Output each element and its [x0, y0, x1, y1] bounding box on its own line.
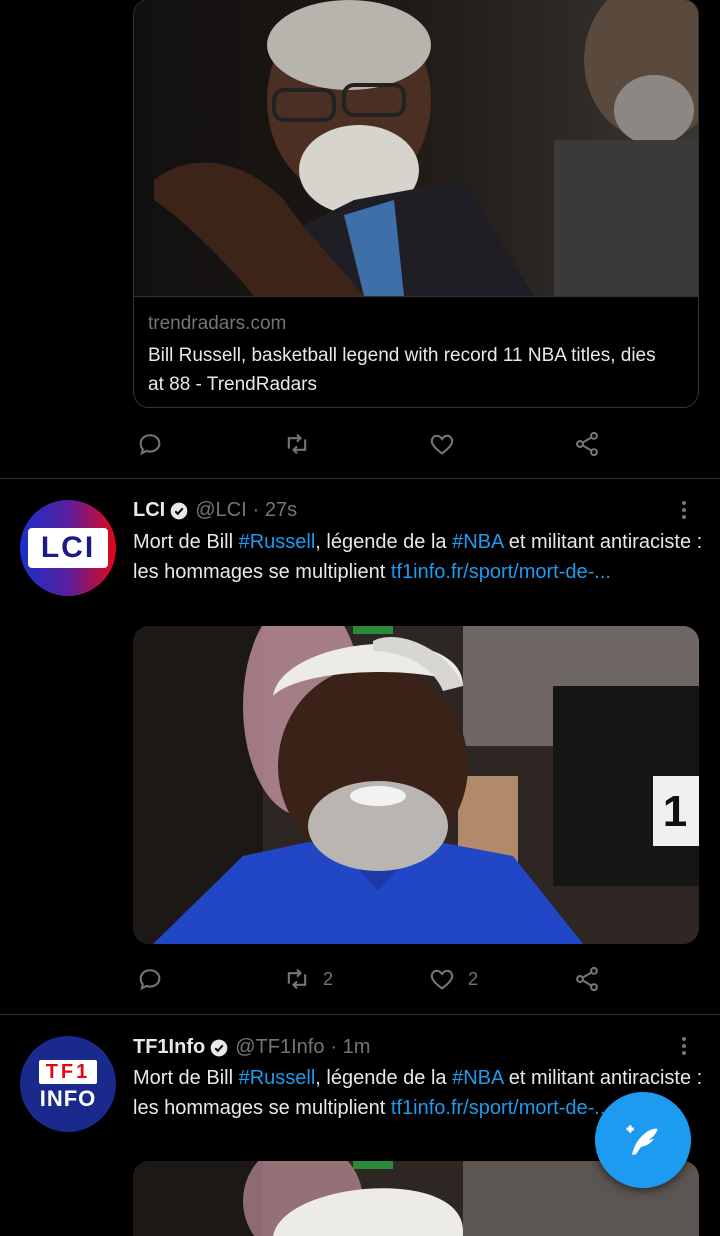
author-name[interactable]: TF1Info [133, 1036, 205, 1059]
article-link[interactable]: tf1info.fr/sport/mort-de-... [391, 1097, 611, 1119]
hashtag-link[interactable]: #Russell [239, 531, 316, 553]
retweet-count: 2 [323, 968, 334, 989]
tf1-logo-text: TF1 [39, 1060, 97, 1084]
share-icon [576, 431, 598, 457]
more-icon[interactable] [672, 498, 696, 522]
link-card-domain: trendradars.com [148, 313, 287, 334]
text-segment: Mort de Bill [133, 531, 239, 553]
share-icon [576, 966, 598, 992]
text-segment: , légende de la [315, 1067, 453, 1089]
lci-avatar[interactable]: LCI [20, 500, 116, 596]
like-icon [430, 969, 454, 990]
reply-button[interactable] [136, 965, 164, 993]
verified-icon [170, 502, 188, 519]
reply-icon [139, 969, 161, 991]
tf1info-avatar[interactable]: TF1 INFO [20, 1036, 116, 1132]
like-button[interactable] [428, 430, 456, 458]
retweet-button[interactable]: 2 [283, 965, 333, 993]
author-handle[interactable]: @TF1Info [235, 1036, 324, 1059]
tweet-time: · 27s [252, 499, 298, 521]
tweet-header: LCI @LCI · 27s [133, 499, 297, 522]
tweet-header: TF1Info @TF1Info · 1m [133, 1036, 370, 1059]
lci-logo-text: LCI [28, 528, 108, 568]
link-card-title: Bill Russell, basketball legend with rec… [148, 345, 656, 395]
like-icon [430, 434, 454, 455]
tweet-divider [0, 478, 720, 479]
compose-tweet-button[interactable] [595, 1092, 691, 1188]
hashtag-link[interactable]: #NBA [452, 531, 503, 553]
hashtag-link[interactable]: #NBA [452, 1067, 503, 1089]
like-count: 2 [468, 968, 479, 989]
more-icon[interactable] [672, 1034, 696, 1058]
retweet-icon [287, 968, 307, 990]
retweet-icon [287, 433, 307, 455]
hashtag-link[interactable]: #Russell [239, 1067, 316, 1089]
tweet-text: Mort de Bill #Russell, légende de la #NB… [133, 527, 703, 587]
tweet-media[interactable]: 1 [133, 626, 699, 944]
link-card[interactable]: trendradars.com Bill Russell, basketball… [133, 0, 699, 408]
text-segment: , légende de la [315, 531, 453, 553]
author-handle[interactable]: @LCI [195, 499, 246, 522]
verified-icon [210, 1039, 228, 1056]
info-logo-text: INFO [39, 1086, 97, 1111]
compose-icon [626, 1125, 658, 1155]
share-button[interactable] [573, 965, 601, 993]
retweet-button[interactable] [283, 430, 311, 458]
reply-button[interactable] [136, 430, 164, 458]
share-button[interactable] [573, 430, 601, 458]
like-button[interactable]: 2 [428, 965, 478, 993]
author-name[interactable]: LCI [133, 499, 165, 522]
reply-icon [139, 434, 161, 456]
tweet-divider [0, 1014, 720, 1015]
link-card-image [134, 0, 698, 296]
tweet-time: · 1m [330, 1036, 371, 1058]
link-card-meta: trendradars.com Bill Russell, basketball… [134, 296, 698, 407]
text-segment: Mort de Bill [133, 1067, 239, 1089]
svg-text:1: 1 [663, 787, 687, 836]
article-link[interactable]: tf1info.fr/sport/mort-de-... [391, 561, 611, 583]
